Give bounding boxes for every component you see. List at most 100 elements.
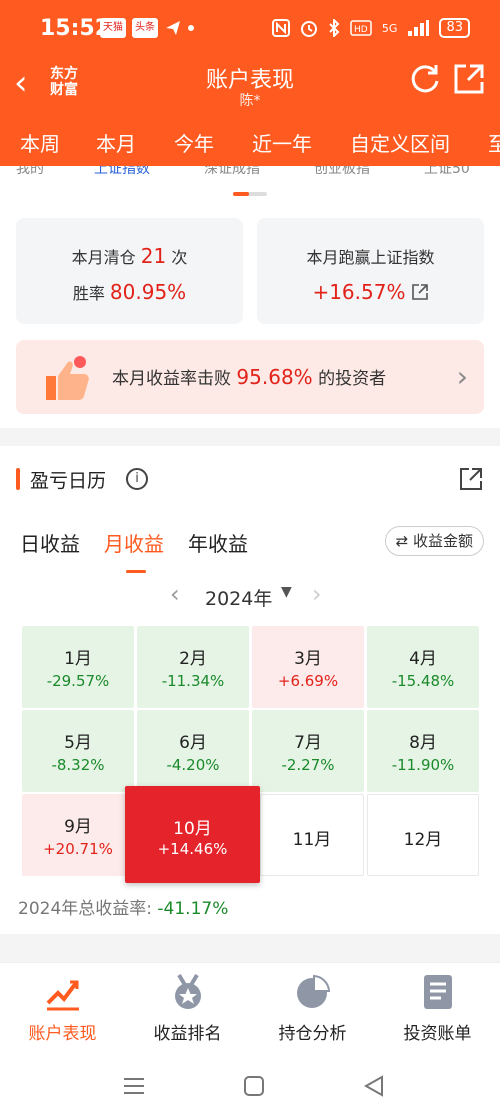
back-icon[interactable] <box>362 1074 386 1098</box>
svg-text:HD: HD <box>354 25 368 35</box>
medal-icon <box>175 973 201 1009</box>
month-cell-1[interactable]: 1月 -29.57% <box>22 626 134 708</box>
winrate-value: 80.95% <box>109 280 187 304</box>
bottom-nav: 账户表现 收益排名 持仓分析 投资账单 <box>0 962 500 1054</box>
nav-holdings-analysis[interactable]: 持仓分析 <box>250 963 375 1055</box>
month-name: 8月 <box>409 733 437 753</box>
network-label: 5G <box>381 21 398 35</box>
month-cell-10-selected[interactable]: 10月 +14.46% <box>125 786 260 883</box>
year-selector: ‹ 2024年 ▼ › <box>0 580 500 612</box>
month-return: -11.34% <box>161 672 225 690</box>
battery-indicator: 83 <box>439 18 470 38</box>
nav-label: 账户表现 <box>28 1024 97 1044</box>
section-accent-bar <box>16 468 20 490</box>
month-cell-11[interactable]: 11月 <box>260 794 364 876</box>
clear-count: 21 <box>140 244 167 268</box>
menu-icon[interactable] <box>122 1074 146 1098</box>
month-return: +6.69% <box>277 672 339 690</box>
send-icon <box>166 21 180 35</box>
index-tab-sse50[interactable]: 上证50 <box>424 166 470 178</box>
month-name: 12月 <box>403 830 443 850</box>
month-return: -29.57% <box>46 672 110 690</box>
beat-investors-banner[interactable]: 本月收益率击败 95.68% 的投资者 › <box>16 340 484 414</box>
bluetooth-icon <box>329 19 340 37</box>
caret-down-icon[interactable]: ▼ <box>281 584 292 600</box>
month-grid: 1月 -29.57% 2月 -11.34% 3月 +6.69% 4月 -15.4… <box>22 626 479 883</box>
month-return: -8.32% <box>51 756 105 774</box>
month-return: -15.48% <box>391 672 455 690</box>
index-tab-chinext[interactable]: 创业板指 <box>314 166 370 178</box>
month-return: -4.20% <box>166 756 220 774</box>
year-label[interactable]: 2024年 <box>205 584 272 611</box>
home-icon[interactable] <box>242 1074 266 1098</box>
month-name: 9月 <box>64 817 92 837</box>
nfc-icon <box>271 19 290 37</box>
thumbs-up-icon <box>46 356 89 400</box>
hd-icon: HD <box>350 20 372 36</box>
prev-year-icon[interactable]: ‹ <box>170 580 180 608</box>
month-cell-8[interactable]: 8月 -11.90% <box>367 710 479 792</box>
month-name: 7月 <box>294 733 322 753</box>
calendar-title: 盈亏日历 <box>30 470 107 492</box>
share-calendar-icon[interactable] <box>458 466 484 492</box>
tab-yearly-return[interactable]: 年收益 <box>188 528 248 557</box>
tab-more[interactable]: 至 <box>488 128 500 157</box>
chevron-right-icon: › <box>456 360 468 393</box>
nav-account-performance[interactable]: 账户表现 <box>0 963 125 1055</box>
beat-index-line: +16.57% <box>257 280 484 304</box>
index-scroll-indicator <box>233 192 267 196</box>
dot-icon <box>188 25 194 31</box>
index-tabs: 我的 上证指数 深证成指 创业板指 上证50 <box>0 166 500 188</box>
nav-investment-bill[interactable]: 投资账单 <box>375 963 500 1055</box>
month-cell-2[interactable]: 2月 -11.34% <box>137 626 249 708</box>
month-name: 6月 <box>179 733 207 753</box>
tab-this-month[interactable]: 本月 <box>96 128 136 157</box>
system-nav-bar <box>0 1054 500 1118</box>
tab-daily-return[interactable]: 日收益 <box>20 528 80 557</box>
index-tab-mine[interactable]: 我的 <box>16 166 44 178</box>
next-year-icon[interactable]: › <box>312 580 322 608</box>
status-app-icons: 天猫 头条 <box>100 18 194 38</box>
nav-label: 投资账单 <box>403 1024 472 1044</box>
month-name: 2月 <box>179 649 207 669</box>
tab-last-year[interactable]: 近一年 <box>252 128 312 157</box>
clear-stats-card: 本月清仓 21 次 胜率 80.95% <box>16 218 243 324</box>
beat-value: 95.68% <box>236 365 313 389</box>
month-cell-3[interactable]: 3月 +6.69% <box>252 626 364 708</box>
index-tab-sse[interactable]: 上证指数 <box>94 166 150 178</box>
month-cell-5[interactable]: 5月 -8.32% <box>22 710 134 792</box>
total-label: 2024年总收益率: <box>18 899 152 919</box>
month-return: -11.90% <box>391 756 455 774</box>
external-link-icon[interactable] <box>411 283 429 301</box>
bill-icon <box>424 975 452 1009</box>
info-icon[interactable]: i <box>126 468 148 490</box>
month-cell-9[interactable]: 9月 +20.71% <box>22 794 134 876</box>
tab-monthly-return[interactable]: 月收益 <box>104 528 164 573</box>
period-tabs: 本周 本月 今年 近一年 自定义区间 至 <box>0 114 500 166</box>
refresh-icon[interactable] <box>408 62 442 96</box>
beat-text: 本月收益率击败 95.68% 的投资者 <box>112 364 386 389</box>
clear-prefix: 本月清仓 <box>71 248 136 267</box>
month-cell-6[interactable]: 6月 -4.20% <box>137 710 249 792</box>
status-bar: 15:52 天猫 头条 HD 5G 83 <box>0 0 500 58</box>
nav-return-ranking[interactable]: 收益排名 <box>125 963 250 1055</box>
tab-custom-range[interactable]: 自定义区间 <box>350 128 450 157</box>
beat-index-card[interactable]: 本月跑赢上证指数 +16.57% <box>257 218 484 324</box>
tab-this-week[interactable]: 本周 <box>20 128 60 157</box>
return-type-tabs: 日收益 月收益 年收益 ⇄ 收益金额 <box>0 524 500 574</box>
signal-icon <box>408 20 430 36</box>
month-cell-4[interactable]: 4月 -15.48% <box>367 626 479 708</box>
total-value: -41.17% <box>157 899 229 919</box>
share-icon[interactable] <box>452 62 486 96</box>
month-cell-7[interactable]: 7月 -2.27% <box>252 710 364 792</box>
tab-this-year[interactable]: 今年 <box>174 128 214 157</box>
pnl-calendar-section: 盈亏日历 i 日收益 月收益 年收益 ⇄ 收益金额 ‹ 2024年 ▼ › 1月… <box>0 446 500 934</box>
alarm-icon <box>300 21 317 37</box>
month-cell-12[interactable]: 12月 <box>367 794 479 876</box>
toggle-amount-button[interactable]: ⇄ 收益金额 <box>384 526 484 556</box>
beat-suffix: 的投资者 <box>318 369 387 389</box>
month-name: 3月 <box>294 649 322 669</box>
beat-index-label: 本月跑赢上证指数 <box>306 248 435 267</box>
month-name: 1月 <box>64 649 92 669</box>
index-tab-szse[interactable]: 深证成指 <box>204 166 260 178</box>
